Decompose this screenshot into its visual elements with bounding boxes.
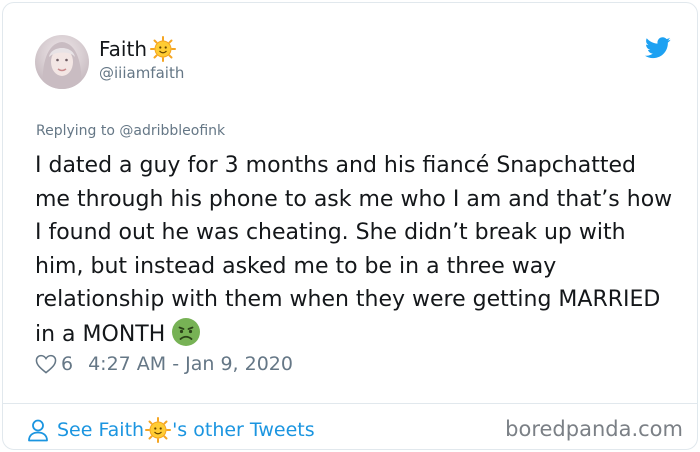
tweet-text: I dated a guy for 3 months and his fianc… [35, 149, 675, 351]
like-count: 6 [61, 353, 74, 375]
sun-face-icon [150, 36, 176, 62]
nauseated-face-icon [172, 317, 201, 346]
see-other-tweets-link[interactable]: See Faith 's other Tweets [27, 417, 315, 443]
see-other-tweets-suffix: 's other Tweets [172, 419, 315, 441]
user-handle[interactable]: @iiiamfaith [99, 64, 184, 82]
display-name-text: Faith [99, 37, 147, 61]
avatar[interactable] [35, 35, 89, 89]
tweet-card: Faith @iiiamfaith Replying to @adribbleo… [2, 2, 698, 450]
heart-icon [35, 354, 57, 374]
display-name[interactable]: Faith [99, 36, 176, 62]
tweet-body: I dated a guy for 3 months and his fianc… [35, 153, 673, 347]
person-icon [28, 419, 48, 442]
replying-to: Replying to @adribbleofink [36, 123, 225, 139]
see-other-tweets-prefix: See Faith [57, 419, 145, 441]
avatar-photo [42, 42, 82, 89]
boredpanda-watermark: boredpanda.com [505, 417, 683, 441]
like-button[interactable]: 6 [35, 353, 73, 375]
twitter-bird-icon[interactable] [645, 37, 671, 59]
timestamp-link[interactable]: 4:27 AM - Jan 9, 2020 [88, 353, 293, 375]
replying-to-prefix: Replying to [36, 123, 120, 139]
sun-face-icon [145, 417, 172, 443]
divider [3, 403, 697, 404]
replying-to-handle-link[interactable]: @adribbleofink [119, 123, 225, 139]
tweet-meta: 6 4:27 AM - Jan 9, 2020 [35, 353, 293, 375]
